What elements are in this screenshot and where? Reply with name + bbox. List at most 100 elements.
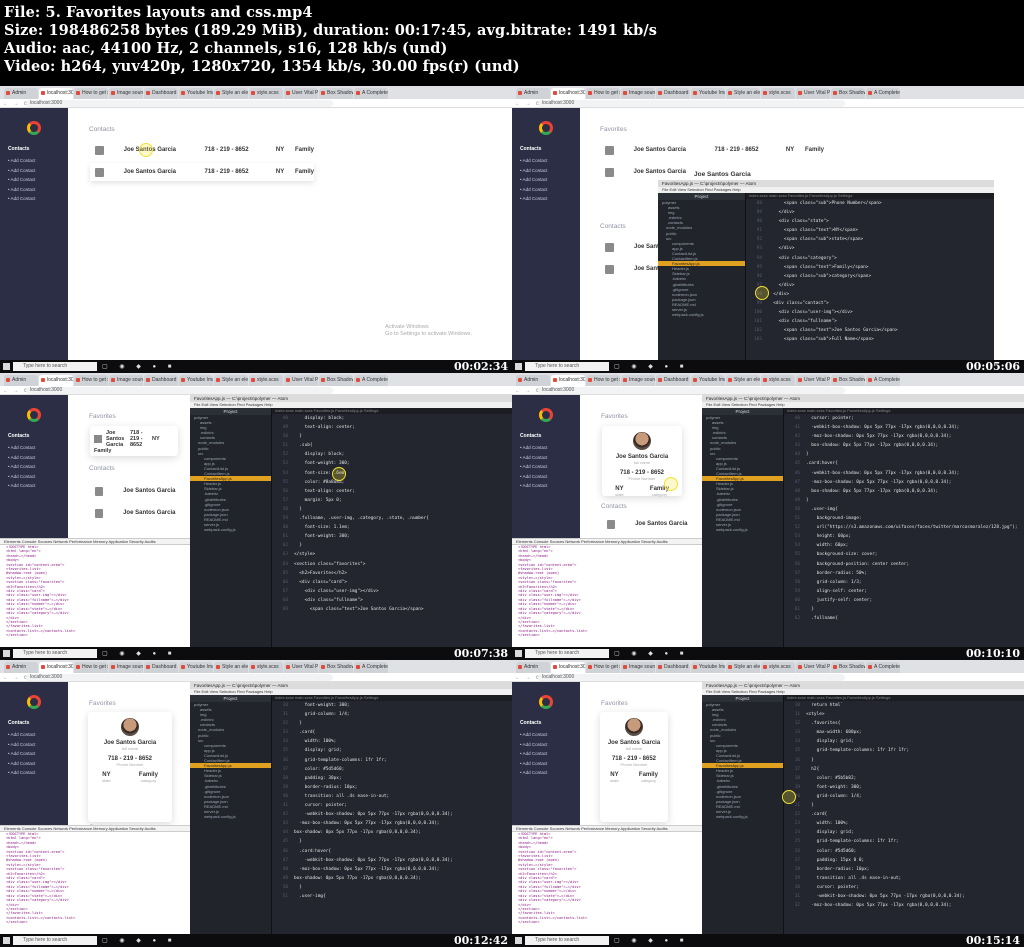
- contact-row[interactable]: Joe Santos Garcia 718 - 219 - 8652 NY Famil…: [90, 141, 314, 159]
- windows-start-icon[interactable]: [3, 650, 10, 657]
- sidebar-item-add-contact[interactable]: • Add Contact: [8, 474, 35, 479]
- browser-tab[interactable]: Dashboard - Yo: [656, 88, 690, 99]
- browser-tab[interactable]: User Vital Parad: [796, 662, 830, 673]
- browser-tab[interactable]: Box Shadow CSS: [831, 662, 865, 673]
- taskbar-app-icons[interactable]: ▢ ◉ ◆ ● ■: [102, 650, 176, 657]
- browser-tab[interactable]: Dashboard - Yo: [656, 375, 690, 386]
- project-tree-item[interactable]: webpack.config.js: [190, 527, 271, 532]
- taskbar-app-icons[interactable]: ▢ ◉ ◆ ● ■: [614, 363, 688, 370]
- browser-tab[interactable]: Dashboard - Yo: [656, 662, 690, 673]
- browser-tab[interactable]: Image sourcing: [621, 662, 655, 673]
- taskbar-search-input[interactable]: Type here to search: [13, 362, 97, 371]
- browser-tab[interactable]: Style an element: [214, 375, 248, 386]
- browser-tab[interactable]: Admin: [516, 662, 550, 673]
- browser-tab[interactable]: Image sourcing: [621, 375, 655, 386]
- sidebar-item-add-contact[interactable]: • Add Contact: [520, 196, 547, 201]
- url-input[interactable]: localhost:3000: [538, 387, 846, 394]
- browser-tab[interactable]: Style an element: [214, 88, 248, 99]
- browser-tab[interactable]: localhost:3000: [551, 88, 585, 99]
- browser-tab[interactable]: Box Shadow CSS: [319, 662, 353, 673]
- browser-tab[interactable]: localhost:3000: [39, 662, 73, 673]
- favorite-card[interactable]: Joe Santos Garcia full name 718 - 219 - 86…: [88, 712, 172, 822]
- taskbar-search-input[interactable]: Type here to search: [13, 936, 97, 945]
- browser-tab[interactable]: User Vital Parad: [284, 662, 318, 673]
- windows-start-icon[interactable]: [515, 650, 522, 657]
- browser-tab[interactable]: How to get start: [586, 88, 620, 99]
- browser-tab[interactable]: Image sourcing: [109, 662, 143, 673]
- browser-tab[interactable]: style.scss: [761, 662, 795, 673]
- project-tree-item[interactable]: webpack.config.js: [190, 814, 271, 819]
- browser-tab[interactable]: Youtube Image: [691, 662, 725, 673]
- dom-tree-line[interactable]: </section>: [512, 633, 702, 637]
- browser-tab[interactable]: A Complete Guid: [354, 662, 388, 673]
- contact-row[interactable]: Joe Santos Garcia 718 - 219 - 8652 NY Famil…: [600, 141, 824, 159]
- taskbar-search-input[interactable]: Type here to search: [525, 362, 609, 371]
- browser-tab[interactable]: Youtube Image: [179, 88, 213, 99]
- taskbar-search-input[interactable]: Type here to search: [525, 936, 609, 945]
- sidebar-item-add-contact[interactable]: • Add Contact: [8, 483, 35, 488]
- url-input[interactable]: localhost:3000: [538, 674, 846, 681]
- sidebar-item-add-contact[interactable]: • Add Contact: [8, 187, 35, 192]
- browser-tab[interactable]: style.scss: [249, 662, 283, 673]
- browser-tab[interactable]: A Complete Guid: [866, 88, 900, 99]
- contact-row[interactable]: Joe Santos Garcia: [600, 163, 700, 181]
- code-editor[interactable]: index.scss main.scss Favorites.js Favori…: [272, 695, 512, 934]
- taskbar-app-icons[interactable]: ▢ ◉ ◆ ● ■: [102, 363, 176, 370]
- contact-row[interactable]: Joe Santos Garcia 718 - 219 - 8652 NY Famil…: [90, 163, 314, 181]
- dom-tree-line[interactable]: </section>: [0, 920, 190, 924]
- windows-start-icon[interactable]: [3, 363, 10, 370]
- browser-tab[interactable]: Box Shadow CSS: [831, 375, 865, 386]
- contact-row[interactable]: Joe Santos Garcia: [602, 515, 698, 533]
- browser-tab[interactable]: localhost:3000: [39, 88, 73, 99]
- taskbar-search-input[interactable]: Type here to search: [13, 649, 97, 658]
- browser-tab[interactable]: Dashboard - Yo: [144, 662, 178, 673]
- browser-tab[interactable]: Dashboard - Yo: [144, 88, 178, 99]
- taskbar-search-input[interactable]: Type here to search: [525, 649, 609, 658]
- sidebar-item-add-contact[interactable]: • Add Contact: [8, 445, 35, 450]
- sidebar-item-add-contact[interactable]: • Add Contact: [8, 742, 35, 747]
- browser-tab[interactable]: Admin: [4, 662, 38, 673]
- browser-tab[interactable]: Admin: [516, 375, 550, 386]
- browser-tab[interactable]: Admin: [4, 375, 38, 386]
- sidebar-item-add-contact[interactable]: • Add Contact: [520, 464, 547, 469]
- browser-tab[interactable]: Image sourcing: [109, 88, 143, 99]
- browser-tab[interactable]: User Vital Parad: [284, 375, 318, 386]
- browser-tab[interactable]: Style an element: [726, 662, 760, 673]
- browser-tab[interactable]: Image sourcing: [621, 88, 655, 99]
- browser-tab[interactable]: User Vital Parad: [796, 375, 830, 386]
- browser-tab[interactable]: localhost:3000: [551, 662, 585, 673]
- browser-tab[interactable]: Dashboard - Yo: [144, 375, 178, 386]
- sidebar-item-add-contact[interactable]: • Add Contact: [520, 168, 547, 173]
- sidebar-item-add-contact[interactable]: • Add Contact: [520, 455, 547, 460]
- sidebar-item-add-contact[interactable]: • Add Contact: [8, 464, 35, 469]
- browser-tab[interactable]: Style an element: [726, 88, 760, 99]
- browser-tab[interactable]: Youtube Image: [691, 375, 725, 386]
- dom-tree-line[interactable]: </section>: [512, 920, 702, 924]
- url-input[interactable]: localhost:3000: [26, 674, 334, 681]
- sidebar-item-add-contact[interactable]: • Add Contact: [520, 187, 547, 192]
- browser-tab[interactable]: Style an element: [214, 662, 248, 673]
- browser-tab[interactable]: style.scss: [249, 88, 283, 99]
- browser-tab[interactable]: Youtube Image: [179, 662, 213, 673]
- browser-tab[interactable]: Box Shadow CSS: [319, 375, 353, 386]
- windows-start-icon[interactable]: [515, 937, 522, 944]
- browser-tab[interactable]: style.scss: [761, 375, 795, 386]
- browser-tab[interactable]: User Vital Parad: [796, 88, 830, 99]
- project-tree-item[interactable]: webpack.config.js: [702, 527, 783, 532]
- browser-tab[interactable]: localhost:3000: [39, 375, 73, 386]
- browser-tab[interactable]: How to get start: [586, 662, 620, 673]
- browser-tab[interactable]: Admin: [4, 88, 38, 99]
- sidebar-item-add-contact[interactable]: • Add Contact: [520, 761, 547, 766]
- taskbar-app-icons[interactable]: ▢ ◉ ◆ ● ■: [102, 937, 176, 944]
- browser-tab[interactable]: How to get start: [74, 88, 108, 99]
- sidebar-item-add-contact[interactable]: • Add Contact: [520, 474, 547, 479]
- browser-tab[interactable]: style.scss: [761, 88, 795, 99]
- sidebar-item-add-contact[interactable]: • Add Contact: [520, 445, 547, 450]
- browser-tab[interactable]: How to get start: [586, 375, 620, 386]
- browser-tab[interactable]: Youtube Image: [179, 375, 213, 386]
- sidebar-item-add-contact[interactable]: • Add Contact: [8, 455, 35, 460]
- sidebar-item-add-contact[interactable]: • Add Contact: [520, 770, 547, 775]
- sidebar-item-add-contact[interactable]: • Add Contact: [8, 177, 35, 182]
- contact-row[interactable]: Joe Santos Garcia: [90, 482, 186, 500]
- browser-tab[interactable]: Box Shadow CSS: [319, 88, 353, 99]
